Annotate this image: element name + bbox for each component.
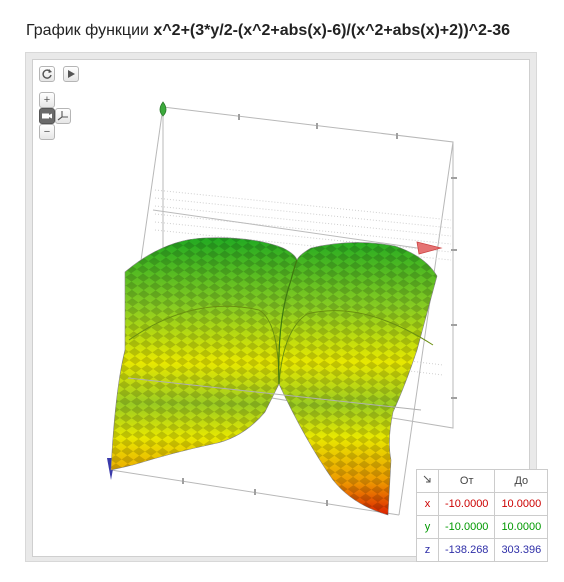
range-header-row: От До: [416, 469, 549, 493]
range-row-z: z -138.268 303.396: [416, 538, 549, 562]
zoom-in-label: +: [43, 94, 51, 106]
range-row-y: y -10.0000 10.0000: [416, 515, 549, 539]
refresh-icon: [42, 69, 52, 79]
zoom-out-button[interactable]: −: [39, 124, 55, 140]
z-axis-arrow-icon: [159, 101, 167, 117]
axis-range-table: От До x -10.0000 10.0000 y -10.0000 10.0…: [416, 469, 549, 562]
range-y-from[interactable]: -10.0000: [437, 515, 496, 539]
axes-view-button[interactable]: [55, 108, 71, 124]
function-expression: x^2+(3*y/2-(x^2+abs(x)-6)/(x^2+abs(x)+2)…: [153, 22, 511, 39]
axes-icon: [57, 111, 68, 121]
diagonal-arrow-icon: [423, 475, 431, 483]
reset-view-button[interactable]: [39, 66, 55, 82]
range-x-to[interactable]: 10.0000: [494, 492, 549, 516]
surface-mesh: [110, 237, 438, 516]
range-to-header: До: [494, 469, 549, 493]
range-z-to[interactable]: 303.396: [494, 538, 549, 562]
range-y-to[interactable]: 10.0000: [494, 515, 549, 539]
axis-label-y: y: [416, 515, 439, 539]
play-icon: [68, 70, 75, 78]
plot-frame: + − От До x -10.0000 10.0000 y -10.0000 …: [25, 52, 549, 562]
plot-canvas[interactable]: + − От До x -10.0000 10.0000 y -10.0000 …: [32, 59, 549, 562]
range-corner-cell[interactable]: [416, 469, 439, 493]
camera-view-button[interactable]: [39, 108, 55, 124]
axis-label-z: z: [416, 538, 439, 562]
play-button[interactable]: [63, 66, 79, 82]
camera-icon: [42, 113, 52, 119]
range-z-from[interactable]: -138.268: [437, 538, 496, 562]
range-row-x: x -10.0000 10.0000: [416, 492, 549, 516]
page-title: График функции x^2+(3*y/2-(x^2+abs(x)-6)…: [26, 22, 510, 40]
zoom-out-label: −: [43, 126, 51, 138]
axis-label-x: x: [416, 492, 439, 516]
range-x-from[interactable]: -10.0000: [437, 492, 496, 516]
zoom-in-button[interactable]: +: [39, 92, 55, 108]
title-prefix: График функции: [26, 22, 149, 39]
range-from-header: От: [437, 469, 496, 493]
